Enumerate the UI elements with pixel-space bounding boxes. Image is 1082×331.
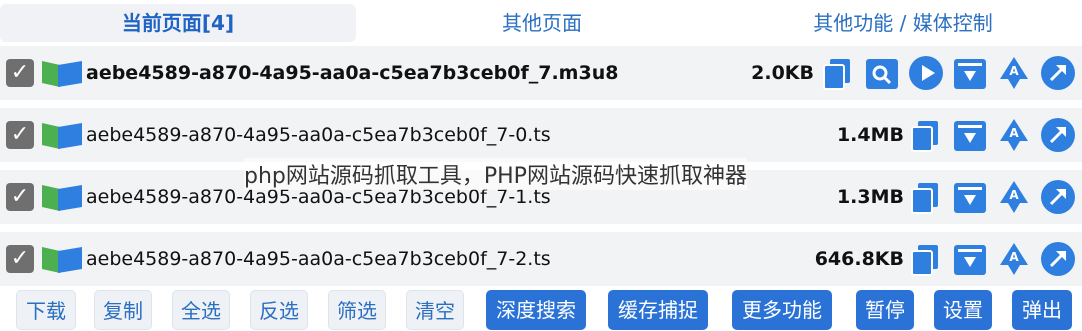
file-size: 1.3MB xyxy=(836,186,904,208)
copy-icon[interactable] xyxy=(820,55,856,91)
file-name: aebe4589-a870-4a95-aa0a-c5ea7b3ceb0f_7-2… xyxy=(86,248,551,270)
select-all-button[interactable]: 全选 xyxy=(172,290,230,330)
filter-button[interactable]: 筛选 xyxy=(328,290,386,330)
file-name: aebe4589-a870-4a95-aa0a-c5ea7b3ceb0f_7-0… xyxy=(86,124,551,146)
checkbox[interactable]: ✓ xyxy=(6,59,34,87)
search-icon[interactable] xyxy=(864,55,900,91)
file-size: 1.4MB xyxy=(836,124,904,146)
copy-icon[interactable] xyxy=(908,179,944,215)
deep-search-button[interactable]: 深度搜索 xyxy=(486,290,586,330)
more-functions-button[interactable]: 更多功能 xyxy=(732,290,832,330)
download-icon[interactable] xyxy=(952,55,988,91)
file-size: 646.8KB xyxy=(814,248,904,270)
copy-button[interactable]: 复制 xyxy=(94,290,152,330)
copy-icon[interactable] xyxy=(908,241,944,277)
clear-button[interactable]: 清空 xyxy=(406,290,464,330)
tab-other-pages[interactable]: 其他页面 xyxy=(360,4,724,42)
send-arrow-icon[interactable]: A xyxy=(996,55,1032,91)
svg-text:A: A xyxy=(1009,250,1019,264)
pause-button[interactable]: 暂停 xyxy=(856,290,914,330)
download-icon[interactable] xyxy=(952,117,988,153)
tab-current-page[interactable]: 当前页面[4] xyxy=(0,4,356,42)
bottom-toolbar: 下载 复制 全选 反选 筛选 清空 深度搜索 缓存捕捉 更多功能 暂停 设置 弹… xyxy=(0,290,1082,331)
open-arrow-icon[interactable] xyxy=(1040,117,1076,153)
checkbox[interactable]: ✓ xyxy=(6,245,34,273)
checkbox[interactable]: ✓ xyxy=(6,121,34,149)
open-arrow-icon[interactable] xyxy=(1040,55,1076,91)
copy-icon[interactable] xyxy=(908,117,944,153)
download-icon[interactable] xyxy=(952,241,988,277)
file-flag-icon xyxy=(42,247,82,273)
send-arrow-icon[interactable]: A xyxy=(996,241,1032,277)
send-arrow-icon[interactable]: A xyxy=(996,179,1032,215)
tab-other-functions[interactable]: 其他功能 / 媒体控制 xyxy=(724,4,1082,42)
checkbox[interactable]: ✓ xyxy=(6,183,34,211)
open-arrow-icon[interactable] xyxy=(1040,241,1076,277)
download-button[interactable]: 下载 xyxy=(16,290,76,330)
list-item[interactable]: ✓ aebe4589-a870-4a95-aa0a-c5ea7b3ceb0f_7… xyxy=(0,46,1082,100)
cache-capture-button[interactable]: 缓存捕捉 xyxy=(608,290,708,330)
file-size: 2.0KB xyxy=(751,62,814,84)
svg-text:A: A xyxy=(1009,126,1019,140)
play-icon[interactable] xyxy=(908,55,944,91)
popup-button[interactable]: 弹出 xyxy=(1012,290,1072,330)
file-flag-icon xyxy=(42,61,82,87)
svg-text:A: A xyxy=(1009,188,1019,202)
tab-bar: 当前页面[4] 其他页面 其他功能 / 媒体控制 xyxy=(0,0,1082,46)
list-item[interactable]: ✓ aebe4589-a870-4a95-aa0a-c5ea7b3ceb0f_7… xyxy=(0,232,1082,286)
list-item[interactable]: ✓ aebe4589-a870-4a95-aa0a-c5ea7b3ceb0f_7… xyxy=(0,108,1082,162)
invert-selection-button[interactable]: 反选 xyxy=(250,290,308,330)
svg-text:A: A xyxy=(1009,64,1019,78)
settings-button[interactable]: 设置 xyxy=(934,290,992,330)
download-icon[interactable] xyxy=(952,179,988,215)
watermark-text: php网站源码抓取工具，PHP网站源码快速抓取神器 xyxy=(244,158,747,190)
file-flag-icon xyxy=(42,185,82,211)
open-arrow-icon[interactable] xyxy=(1040,179,1076,215)
send-arrow-icon[interactable]: A xyxy=(996,117,1032,153)
file-flag-icon xyxy=(42,123,82,149)
file-name: aebe4589-a870-4a95-aa0a-c5ea7b3ceb0f_7.m… xyxy=(86,62,619,84)
